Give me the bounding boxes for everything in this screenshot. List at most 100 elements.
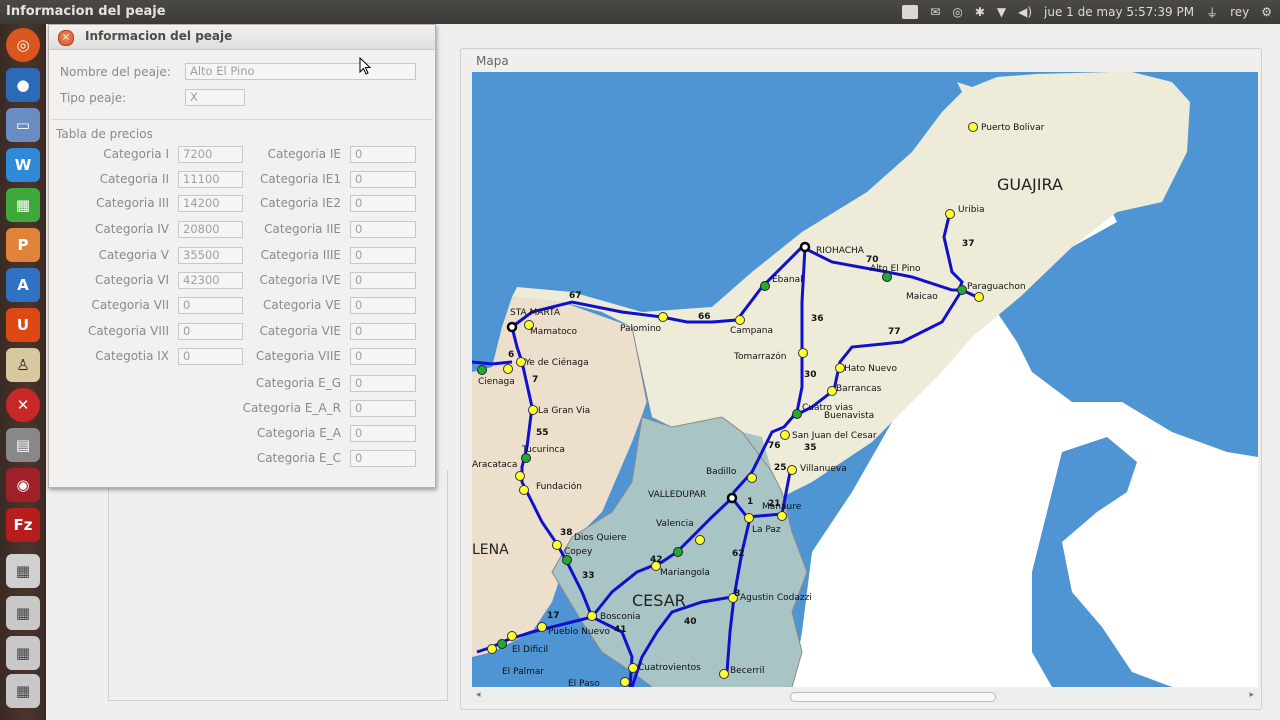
place-cuatrovientos: Cuatrovientos — [638, 663, 701, 673]
place-valledupar: VALLEDUPAR — [648, 490, 706, 500]
price-label-right-10: Categoria E_A_R — [242, 401, 341, 415]
price-label-left-8: Categotia IX — [95, 349, 169, 363]
route-number: 70 — [866, 255, 879, 265]
ubuntu-one-icon[interactable]: U — [6, 308, 40, 342]
network-icon[interactable]: ▼ — [997, 5, 1006, 19]
route-number: 36 — [811, 314, 824, 324]
place-paraguachon: Paraguachon — [967, 282, 1026, 292]
price-field-right-0[interactable]: 0 — [350, 146, 416, 163]
place-mamatoco: Mamatoco — [530, 327, 578, 337]
map-horizontal-scrollbar[interactable]: ◂ ▸ — [472, 689, 1258, 703]
route-number: 38 — [560, 528, 573, 538]
route-number: 6 — [508, 350, 514, 360]
price-field-right-6[interactable]: 0 — [350, 297, 416, 314]
mouse-cursor-icon — [359, 57, 372, 75]
price-field-right-10[interactable]: 0 — [350, 400, 416, 417]
power-icon[interactable]: ⚙ — [1261, 5, 1272, 19]
price-label-right-7: Categoria VIE — [259, 324, 341, 338]
media-icon[interactable]: ◉ — [6, 468, 40, 502]
workspace-icon[interactable]: ▦ — [6, 554, 40, 588]
place-villanueva: Villanueva — [800, 464, 847, 474]
price-field-right-5[interactable]: 0 — [350, 272, 416, 289]
price-field-left-1[interactable]: 11100 — [178, 171, 243, 188]
place-badillo: Badillo — [706, 467, 737, 477]
route-number: 40 — [684, 617, 697, 627]
java-app-icon-2[interactable]: ▦ — [6, 636, 40, 670]
place-agustin: Agustin Codazzi — [740, 593, 812, 603]
route-number: 1 — [747, 497, 753, 507]
price-field-right-1[interactable]: 0 — [350, 171, 416, 188]
map-canvas[interactable]: GUAJIRA CESAR LENA Puerto Bolivar Uribia… — [472, 72, 1258, 687]
place-riohacha: RIOHACHA — [816, 246, 865, 256]
scroll-left-icon[interactable]: ◂ — [476, 690, 481, 700]
price-field-left-3[interactable]: 20800 — [178, 221, 243, 238]
price-field-left-8[interactable]: 0 — [178, 348, 243, 365]
place-aracataca: Aracataca — [472, 460, 517, 470]
price-label-right-8: Categoria VIIE — [255, 349, 341, 363]
username[interactable]: rey — [1230, 5, 1249, 19]
place-maicao: Maicao — [906, 292, 938, 302]
price-field-right-3[interactable]: 0 — [350, 221, 416, 238]
price-field-left-4[interactable]: 35500 — [178, 247, 243, 264]
route-number: 62 — [732, 549, 745, 559]
place-tasajera: Ye de Ciénaga — [524, 357, 589, 368]
impress-icon[interactable]: P — [6, 228, 40, 262]
price-field-right-12[interactable]: 0 — [350, 450, 416, 467]
top-panel: Informacion del peaje ✉ ◎ ✱ ▼ ◀) jue 1 d… — [0, 0, 1280, 24]
mail-icon[interactable]: ✉ — [930, 5, 940, 19]
price-field-right-4[interactable]: 0 — [350, 247, 416, 264]
left-panel — [108, 470, 448, 701]
toll-name-label: Nombre del peaje: — [60, 65, 171, 79]
price-field-left-0[interactable]: 7200 — [178, 146, 243, 163]
route-number: 21 — [768, 499, 781, 509]
tux-icon[interactable]: ♙ — [6, 348, 40, 382]
price-label-left-2: Categoria III — [96, 196, 169, 210]
route-number: 66 — [698, 312, 711, 322]
price-field-left-2[interactable]: 14200 — [178, 195, 243, 212]
terminal-icon[interactable]: ▤ — [6, 428, 40, 462]
region-guajira: GUAJIRA — [997, 175, 1063, 194]
price-field-right-7[interactable]: 0 — [350, 323, 416, 340]
price-field-right-9[interactable]: 0 — [350, 375, 416, 392]
scrollbar-thumb[interactable] — [790, 692, 996, 702]
place-palomino: Palomino — [620, 324, 662, 334]
bluetooth-icon[interactable]: ✱ — [975, 5, 985, 19]
place-tucurinca: Tucurinca — [521, 445, 565, 455]
place-becerril: Becerril — [730, 666, 764, 676]
software-center-icon[interactable]: A — [6, 268, 40, 302]
place-la-paz: La Paz — [752, 525, 781, 535]
volume-icon[interactable]: ◀) — [1018, 5, 1032, 19]
files-icon[interactable]: ▭ — [6, 108, 40, 142]
sync-icon[interactable]: ◎ — [952, 5, 962, 19]
scroll-right-icon[interactable]: ▸ — [1249, 690, 1254, 700]
toll-name-field[interactable]: Alto El Pino — [185, 63, 416, 80]
price-label-left-3: Categoria IV — [95, 222, 169, 236]
price-field-left-5[interactable]: 42300 — [178, 272, 243, 289]
place-uribia: Uribia — [958, 205, 985, 215]
java-app-icon[interactable]: ▦ — [6, 596, 40, 630]
keyboard-indicator-icon[interactable] — [902, 5, 919, 19]
calc-icon[interactable]: ▦ — [6, 188, 40, 222]
price-label-right-5: Categoria IVE — [259, 273, 341, 287]
place-ebanal: Ebanal — [772, 275, 803, 285]
dialog-titlebar[interactable]: × Informacion del peaje — [49, 25, 435, 50]
writer-icon[interactable]: W — [6, 148, 40, 182]
route-number: 41 — [614, 625, 627, 635]
price-field-right-2[interactable]: 0 — [350, 195, 416, 212]
browser-icon[interactable]: ● — [6, 68, 40, 102]
toll-type-field[interactable]: X — [185, 89, 245, 106]
route-number: 35 — [804, 443, 817, 453]
price-field-left-7[interactable]: 0 — [178, 323, 243, 340]
user-icon[interactable]: ⏚ — [1206, 4, 1218, 21]
filezilla-icon[interactable]: Fz — [6, 508, 40, 542]
clock[interactable]: jue 1 de may 5:57:39 PM — [1044, 5, 1194, 19]
price-field-left-6[interactable]: 0 — [178, 297, 243, 314]
java-app-icon-3[interactable]: ▦ — [6, 674, 40, 708]
price-field-right-8[interactable]: 0 — [350, 348, 416, 365]
close-app-icon[interactable]: ✕ — [6, 388, 40, 422]
price-label-right-6: Categoria VE — [262, 298, 341, 312]
price-field-right-11[interactable]: 0 — [350, 425, 416, 442]
toll-type-label: Tipo peaje: — [60, 91, 127, 105]
dash-home-icon[interactable]: ◎ — [6, 28, 40, 62]
close-icon[interactable]: × — [58, 30, 74, 46]
